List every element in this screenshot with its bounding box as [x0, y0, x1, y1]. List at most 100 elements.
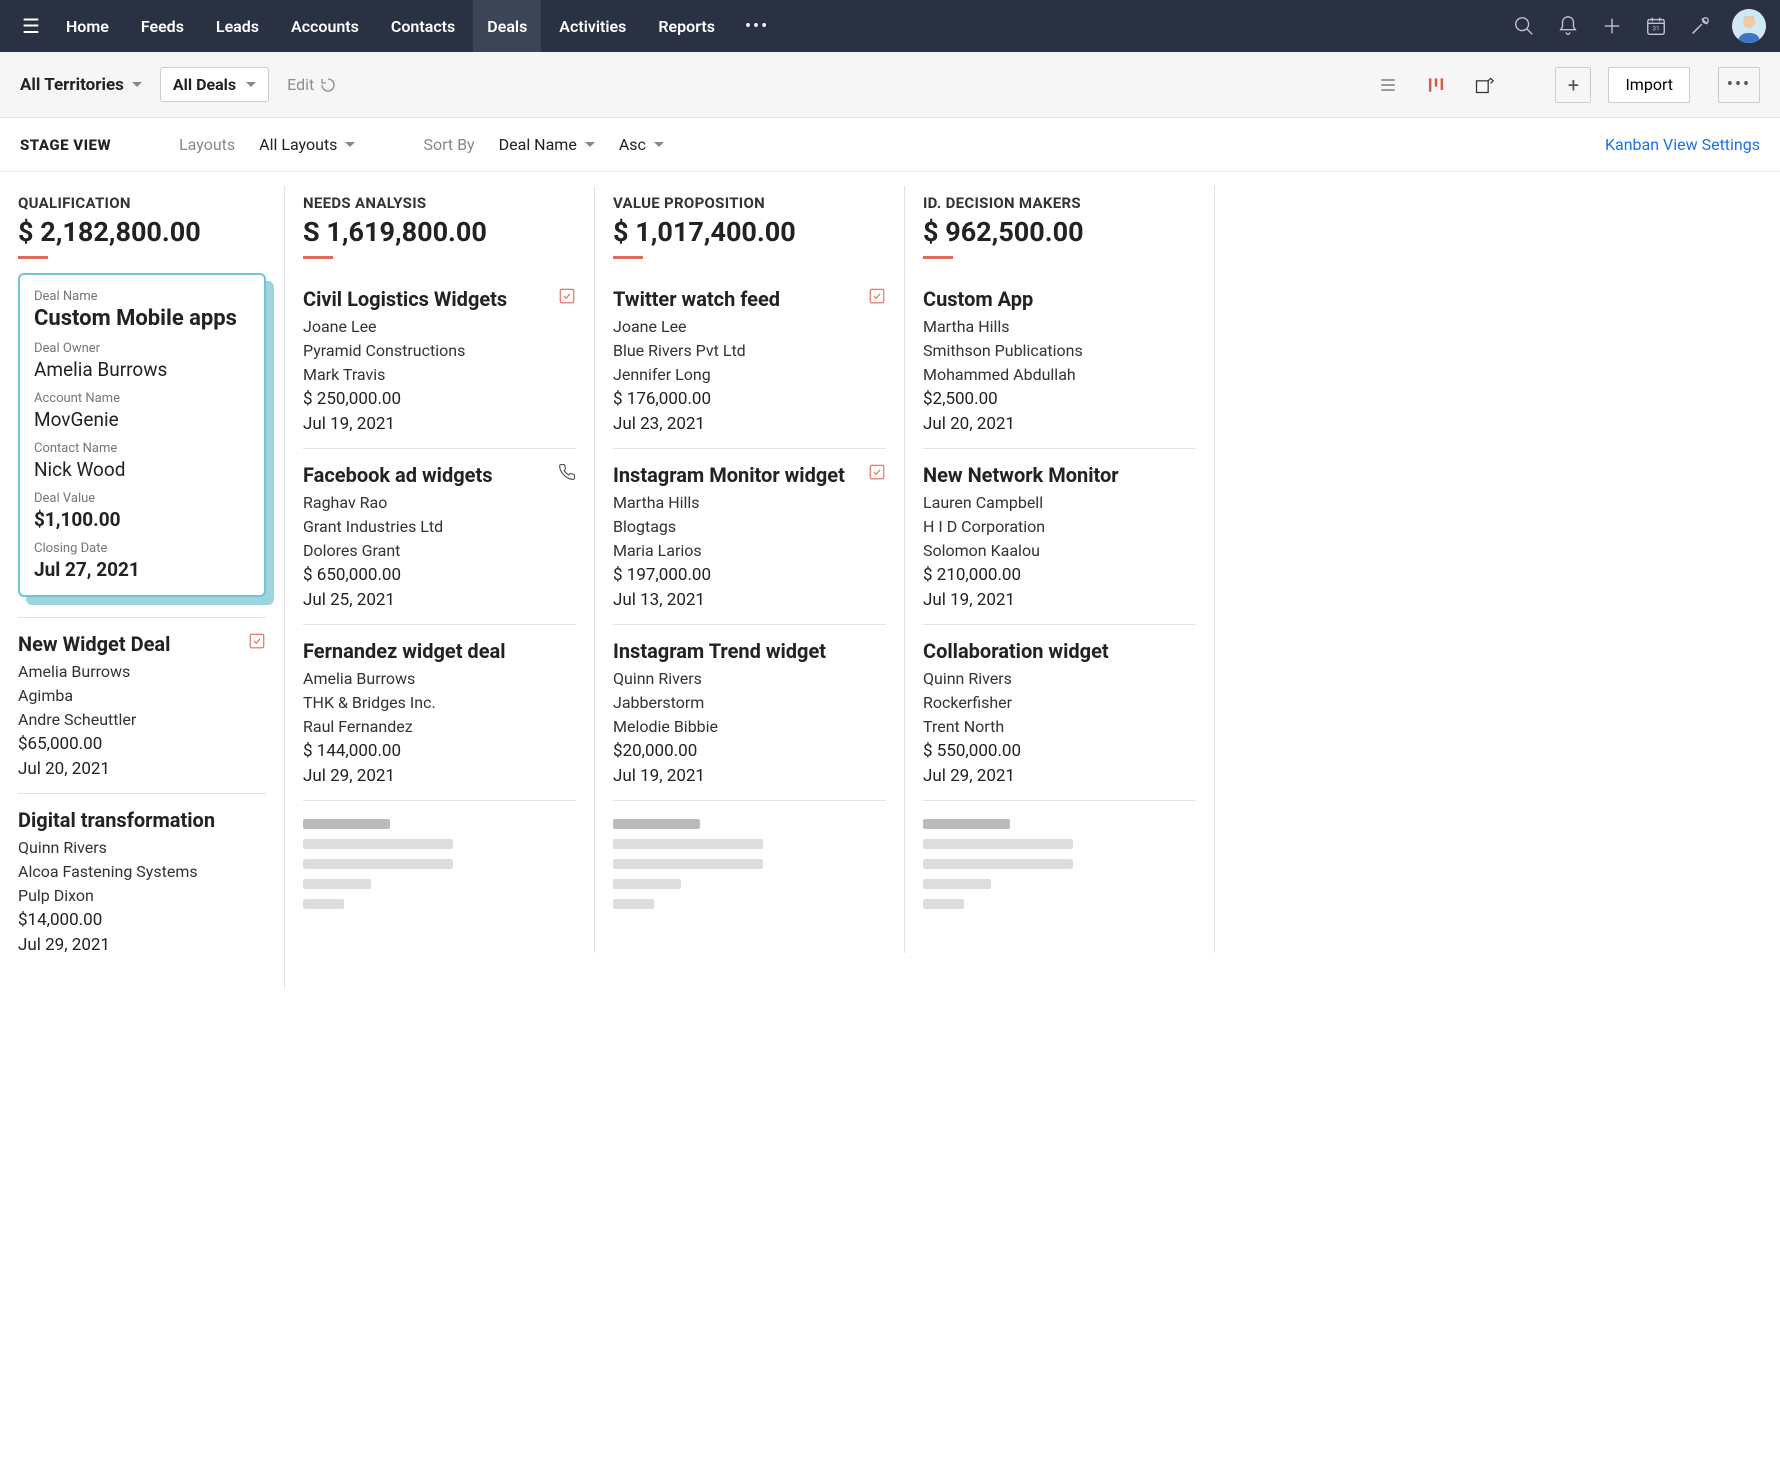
more-button[interactable]: •••	[1718, 67, 1760, 103]
territory-dropdown[interactable]: All Territories	[20, 75, 142, 95]
deal-owner: Martha Hills	[613, 493, 886, 512]
value-value: $1,100.00	[34, 508, 250, 531]
checklist-icon[interactable]	[868, 287, 886, 309]
deal-date: Jul 29, 2021	[303, 766, 576, 786]
nav-more-icon[interactable]: •••	[733, 16, 781, 37]
top-nav: ☰ Home Feeds Leads Accounts Contacts Dea…	[0, 0, 1780, 52]
deal-date: Jul 19, 2021	[613, 766, 886, 786]
checklist-icon[interactable]	[558, 287, 576, 309]
edit-button[interactable]: Edit	[287, 75, 336, 94]
selected-deal-card[interactable]: Deal NameCustom Mobile appsDeal OwnerAme…	[18, 273, 266, 597]
avatar[interactable]	[1732, 9, 1766, 43]
deal-name: Instagram Monitor widget	[613, 463, 886, 487]
deal-name: Custom App	[923, 287, 1196, 311]
dealname-label: Deal Name	[34, 289, 250, 304]
tools-icon[interactable]	[1680, 6, 1720, 46]
deal-value: $ 144,000.00	[303, 741, 576, 761]
deal-contact: Dolores Grant	[303, 541, 576, 560]
deal-owner: Quinn Rivers	[18, 838, 266, 857]
column-title: NEEDS ANALYSIS	[303, 194, 576, 212]
phone-icon[interactable]	[558, 463, 576, 485]
deal-name: Collaboration widget	[923, 639, 1196, 663]
hamburger-icon[interactable]: ☰	[14, 14, 48, 38]
column-accent	[303, 256, 333, 259]
nav-contacts[interactable]: Contacts	[377, 0, 469, 52]
deal-card[interactable]: Digital transformationQuinn RiversAlcoa …	[18, 793, 266, 969]
deal-contact: Mohammed Abdullah	[923, 365, 1196, 384]
deal-card[interactable]: Instagram Trend widget Quinn Rivers Jabber…	[613, 624, 886, 800]
nav-home[interactable]: Home	[52, 0, 123, 52]
deal-owner: Quinn Rivers	[613, 669, 886, 688]
deal-account: Jabberstorm	[613, 693, 886, 712]
deal-name: Instagram Trend widget	[613, 639, 886, 663]
deal-card[interactable]: Fernandez widget dealAmelia BurrowsTHK &…	[303, 624, 576, 800]
deal-card[interactable]: Collaboration widgetQuinn RiversRockerfi…	[923, 624, 1196, 800]
column-title: QUALIFICATION	[18, 194, 266, 212]
deal-value: $ 650,000.00	[303, 565, 576, 585]
nav-activities[interactable]: Activities	[545, 0, 640, 52]
deal-account: Smithson Publications	[923, 341, 1196, 360]
deal-card[interactable]: Facebook ad widgetsRaghav RaoGrant Indus…	[303, 448, 576, 624]
deal-account: Blue Rivers Pvt Ltd	[613, 341, 886, 360]
kanban-settings-link[interactable]: Kanban View Settings	[1605, 135, 1760, 154]
deal-account: THK & Bridges Inc.	[303, 693, 576, 712]
stage-column: VALUE PROPOSITION$ 1,017,400.00Twitter w…	[595, 186, 905, 953]
loading-card	[303, 800, 576, 933]
nav-accounts[interactable]: Accounts	[277, 0, 373, 52]
search-icon[interactable]	[1504, 6, 1544, 46]
chevron-down-icon	[246, 82, 256, 87]
checklist-icon[interactable]	[868, 463, 886, 485]
column-title: ID. DECISION MAKERS	[923, 194, 1196, 212]
deal-card[interactable]: New Network MonitorLauren CampbellH I D …	[923, 448, 1196, 624]
layouts-dropdown[interactable]: All Layouts	[259, 135, 355, 154]
deal-value: $2,500.00	[923, 389, 1196, 409]
calendar-icon[interactable]: 31	[1636, 6, 1676, 46]
canvas-view-icon[interactable]	[1469, 70, 1499, 100]
loading-card	[613, 800, 886, 933]
plus-icon[interactable]	[1592, 6, 1632, 46]
closing-value: Jul 27, 2021	[34, 558, 250, 581]
deal-contact: Maria Larios	[613, 541, 886, 560]
nav-feeds[interactable]: Feeds	[127, 0, 198, 52]
deal-owner: Amelia Burrows	[303, 669, 576, 688]
nav-reports[interactable]: Reports	[644, 0, 729, 52]
deal-date: Jul 20, 2021	[18, 759, 266, 779]
deal-value: $ 197,000.00	[613, 565, 886, 585]
stage-view-title: STAGE VIEW	[20, 136, 111, 154]
svg-text:31: 31	[1652, 25, 1659, 33]
deal-card[interactable]: Instagram Monitor widgetMartha HillsBlog…	[613, 448, 886, 624]
deal-card[interactable]: Civil Logistics WidgetsJoane LeePyramid …	[303, 273, 576, 448]
column-accent	[613, 256, 643, 259]
deal-card[interactable]: New Widget DealAmelia BurrowsAgimbaAndre…	[18, 617, 266, 793]
deal-contact: Solomon Kaalou	[923, 541, 1196, 560]
checklist-icon[interactable]	[248, 632, 266, 654]
nav-leads[interactable]: Leads	[202, 0, 273, 52]
sortorder-dropdown[interactable]: Asc	[619, 135, 664, 154]
deal-value: $ 550,000.00	[923, 741, 1196, 761]
chevron-down-icon	[585, 142, 595, 147]
view-dropdown[interactable]: All Deals	[160, 67, 269, 102]
deal-card[interactable]: Twitter watch feedJoane LeeBlue Rivers P…	[613, 273, 886, 448]
closing-label: Closing Date	[34, 541, 250, 556]
account-value: MovGenie	[34, 408, 250, 431]
account-label: Account Name	[34, 391, 250, 406]
deal-name: Facebook ad widgets	[303, 463, 576, 487]
sortby-dropdown[interactable]: Deal Name	[499, 135, 595, 154]
dealname-value: Custom Mobile apps	[34, 306, 250, 331]
deal-contact: Trent North	[923, 717, 1196, 736]
deal-card[interactable]: Custom AppMartha HillsSmithson Publicati…	[923, 273, 1196, 448]
deal-account: Agimba	[18, 686, 266, 705]
deal-owner: Joane Lee	[613, 317, 886, 336]
nav-deals[interactable]: Deals	[473, 0, 541, 52]
deal-account: H I D Corporation	[923, 517, 1196, 536]
deal-account: Grant Industries Ltd	[303, 517, 576, 536]
add-button[interactable]: +	[1555, 67, 1591, 103]
list-view-icon[interactable]	[1373, 70, 1403, 100]
contact-value: Nick Wood	[34, 458, 250, 481]
kanban-view-icon[interactable]	[1421, 70, 1451, 100]
deal-contact: Andre Scheuttler	[18, 710, 266, 729]
import-button[interactable]: Import	[1608, 67, 1690, 103]
deal-contact: Raul Fernandez	[303, 717, 576, 736]
contact-label: Contact Name	[34, 441, 250, 456]
bell-icon[interactable]	[1548, 6, 1588, 46]
